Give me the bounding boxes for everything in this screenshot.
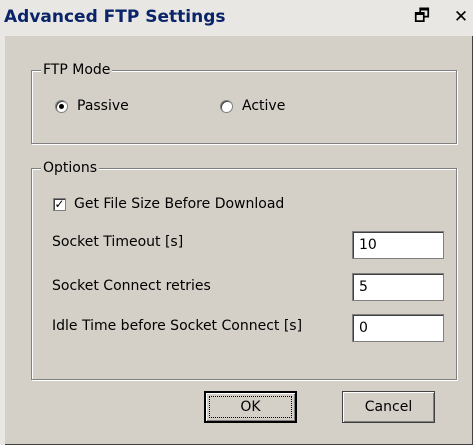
passive-radio-indicator[interactable] [55, 99, 68, 113]
socket-retries-input[interactable] [352, 273, 444, 301]
passive-radio[interactable]: Passive [55, 98, 129, 114]
idle-time-label: Idle Time before Socket Connect [s] [52, 318, 303, 334]
advanced-ftp-settings-dialog: Advanced FTP Settings 🗗 ✕ FTP Mode Passi… [0, 0, 473, 445]
socket-timeout-label: Socket Timeout [s] [52, 234, 184, 250]
title-bar[interactable]: Advanced FTP Settings 🗗 ✕ [0, 0, 473, 36]
window-title: Advanced FTP Settings [4, 7, 226, 27]
checkmark-icon[interactable]: ✓ [53, 197, 66, 211]
get-file-size-checkbox[interactable]: ✓ Get File Size Before Download [53, 196, 284, 212]
socket-retries-label: Socket Connect retries [52, 278, 211, 294]
ok-focus-ring [209, 396, 292, 418]
idle-time-input[interactable] [352, 314, 444, 342]
cancel-button[interactable]: Cancel [342, 391, 435, 423]
window-frame-left [0, 36, 5, 445]
passive-radio-label: Passive [77, 98, 129, 114]
socket-timeout-input[interactable] [352, 231, 444, 259]
ftp-mode-group: FTP Mode Passive Active [31, 62, 457, 144]
ftp-mode-legend: FTP Mode [41, 62, 113, 78]
active-radio-indicator[interactable] [220, 99, 233, 113]
cancel-button-label: Cancel [364, 399, 413, 415]
options-group: Options ✓ Get File Size Before Download … [31, 160, 457, 380]
get-file-size-label: Get File Size Before Download [74, 196, 285, 212]
active-radio[interactable]: Active [220, 98, 285, 114]
close-icon[interactable]: ✕ [447, 4, 473, 30]
active-radio-label: Active [242, 98, 286, 114]
options-legend: Options [41, 160, 100, 176]
ok-button[interactable]: OK [204, 391, 297, 423]
restore-window-icon[interactable]: 🗗 [408, 4, 436, 30]
